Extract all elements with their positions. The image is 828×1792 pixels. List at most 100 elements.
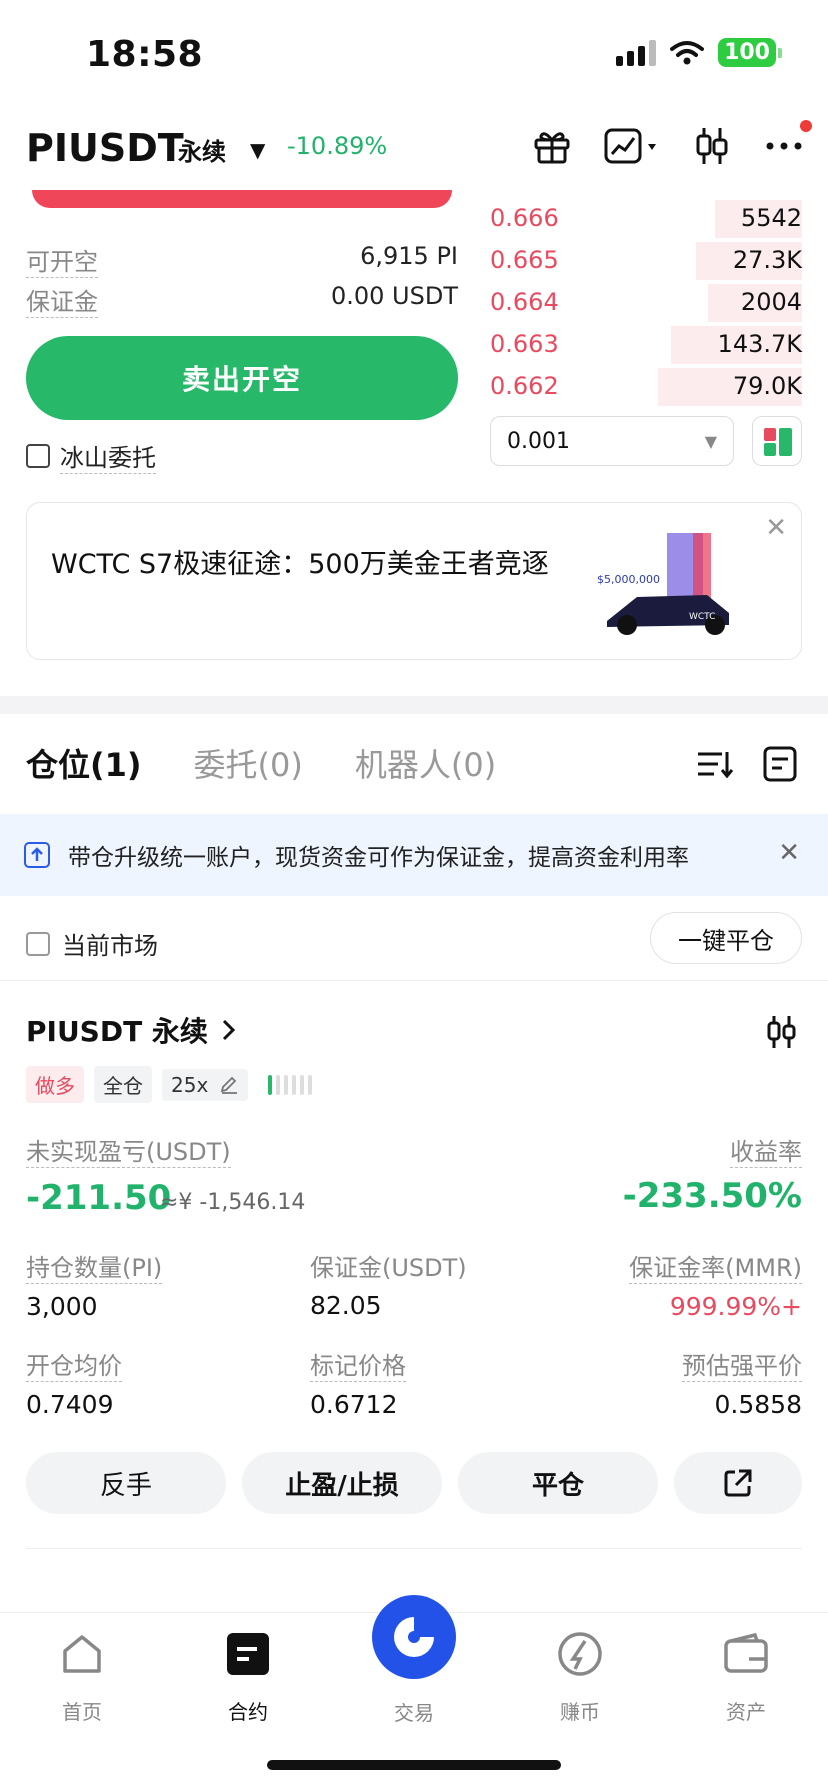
more-icon[interactable] — [762, 120, 812, 168]
nav-trade-label[interactable]: 交易 — [354, 1697, 474, 1726]
leverage-badge[interactable]: 25x — [162, 1068, 248, 1101]
candlestick-icon[interactable] — [764, 1012, 800, 1052]
unrealized-pnl-label: 未实现盈亏(USDT) — [26, 1132, 231, 1168]
battery-indicator: 100 — [718, 38, 782, 67]
banner-close-icon[interactable]: ✕ — [765, 513, 787, 543]
divider — [0, 980, 828, 981]
position-filter-row: 当前市场 一键平仓 — [26, 912, 802, 968]
notification-dot — [800, 120, 812, 132]
chart-toggle-icon[interactable] — [602, 124, 662, 168]
precision-select[interactable]: 0.001 ▼ — [490, 416, 734, 466]
earn-icon — [558, 1632, 602, 1676]
home-icon — [63, 1635, 101, 1673]
banner-image-caption: $5,000,000 — [597, 573, 660, 586]
reverse-button[interactable]: 反手 — [26, 1452, 226, 1514]
entry-price: 开仓均价 0.7409 — [26, 1346, 122, 1419]
nav-assets-label: 资产 — [726, 1700, 766, 1724]
iceberg-order-option[interactable]: 冰山委托 — [26, 438, 156, 474]
notice-text: 带仓升级统一账户，现货资金可作为保证金，提高资金利用率 — [68, 845, 689, 871]
adl-bar — [283, 1074, 288, 1095]
margin-ratio-value: 999.99%+ — [669, 1292, 802, 1321]
orderbook-row[interactable]: 0.664 2004 — [490, 282, 802, 324]
ask-quantity: 5542 — [740, 204, 802, 232]
close-position-button[interactable]: 平仓 — [458, 1452, 658, 1514]
share-icon — [724, 1469, 752, 1497]
nav-assets[interactable]: 资产 — [686, 1629, 806, 1725]
contract-type[interactable]: 永续 — [178, 132, 226, 167]
status-time: 18:58 — [86, 34, 204, 75]
edit-icon — [220, 1076, 237, 1094]
margin-ratio: 保证金率(MMR) 999.99%+ — [629, 1248, 802, 1321]
gift-icon[interactable] — [530, 124, 574, 168]
unrealized-pnl-value: -211.50 — [26, 1178, 172, 1218]
divider — [26, 1548, 802, 1549]
price-change: -10.89% — [287, 132, 388, 160]
sort-icon[interactable] — [694, 744, 734, 784]
nav-trade-button[interactable] — [372, 1595, 456, 1679]
margin-value: 0.00 USDT — [330, 282, 458, 310]
position-actions: 反手 止盈/止损 平仓 — [26, 1452, 802, 1514]
position-title[interactable]: PIUSDT 永续 — [26, 1010, 240, 1050]
orderbook-row[interactable]: 0.663 143.7K — [490, 324, 802, 366]
wifi-icon — [670, 40, 705, 64]
leverage-value: 25x — [171, 1072, 209, 1097]
pair-name[interactable]: PIUSDT — [26, 126, 184, 170]
contract-header: PIUSDT 永续 ▼ -10.89% — [0, 110, 828, 190]
share-button[interactable] — [674, 1452, 802, 1514]
position-tabs: 仓位(1) 委托(0) 机器人(0) — [26, 740, 496, 786]
available-short-label: 可开空 — [26, 242, 98, 278]
position-margin-label: 保证金(USDT) — [310, 1254, 467, 1282]
banner-image-logo: WCTC — [689, 612, 715, 622]
orderbook-layout-button[interactable] — [752, 416, 802, 466]
orderbook-layout-icon — [764, 428, 792, 456]
position-margin-value: 82.05 — [310, 1291, 382, 1320]
nav-contracts[interactable]: 合约 — [188, 1629, 308, 1725]
nav-home-label: 首页 — [62, 1700, 102, 1724]
dropdown-caret-icon: ▼ — [704, 431, 717, 451]
status-icons: 100 — [616, 38, 782, 67]
pair-dropdown-icon[interactable]: ▼ — [250, 138, 265, 162]
precision-value: 0.001 — [507, 428, 570, 454]
nav-home[interactable]: 首页 — [22, 1629, 142, 1725]
orderbook-row[interactable]: 0.665 27.3K — [490, 240, 802, 282]
tp-sl-button[interactable]: 止盈/止损 — [242, 1452, 442, 1514]
position-size: 持仓数量(PI) 3,000 — [26, 1248, 163, 1321]
tab-positions[interactable]: 仓位(1) — [26, 740, 142, 786]
home-indicator — [267, 1760, 561, 1770]
unrealized-pnl-cny: ≈¥ -1,546.14 — [160, 1190, 306, 1215]
nav-earn-label: 赚币 — [560, 1700, 600, 1724]
margin-label: 保证金 — [26, 282, 98, 318]
current-market-checkbox[interactable] — [26, 931, 50, 956]
current-market-filter[interactable]: 当前市场 — [26, 926, 158, 961]
ask-price: 0.666 — [490, 204, 559, 232]
race-car-image: $5,000,000 WCTC — [597, 533, 729, 635]
notice-close-icon[interactable]: ✕ — [778, 838, 800, 868]
orderbook-row[interactable]: 0.666 5542 — [490, 198, 802, 240]
chevron-right-icon — [222, 1019, 236, 1041]
ask-quantity: 79.0K — [732, 372, 802, 400]
liquidation-price-value: 0.5858 — [714, 1390, 802, 1419]
position-size-value: 3,000 — [26, 1292, 98, 1321]
position-margin: 保证金(USDT) 82.05 — [310, 1248, 467, 1320]
mark-price-value: 0.6712 — [310, 1390, 398, 1419]
tab-orders[interactable]: 委托(0) — [194, 740, 303, 786]
adl-indicator — [267, 1074, 312, 1095]
promo-banner[interactable]: WCTC S7极速征途：500万美金王者竞逐 ✕ $5,000,000 WCTC — [26, 502, 802, 660]
position-pair: PIUSDT 永续 — [26, 1015, 208, 1048]
unified-account-notice[interactable]: 带仓升级统一账户，现货资金可作为保证金，提高资金利用率 ✕ — [0, 814, 828, 896]
adl-bar — [267, 1074, 272, 1095]
sell-open-short-button[interactable]: 卖出开空 — [26, 336, 458, 420]
position-size-label: 持仓数量(PI) — [26, 1248, 163, 1284]
tab-bots[interactable]: 机器人(0) — [355, 740, 496, 786]
ask-quantity: 27.3K — [732, 246, 802, 274]
candlestick-icon[interactable] — [690, 124, 734, 168]
order-type-slider[interactable] — [32, 190, 452, 208]
history-icon[interactable] — [760, 744, 800, 784]
orderbook-row[interactable]: 0.662 79.0K — [490, 366, 802, 408]
ask-price: 0.662 — [490, 372, 559, 400]
nav-earn[interactable]: 赚币 — [520, 1629, 640, 1725]
adl-bar — [299, 1074, 304, 1095]
close-all-button[interactable]: 一键平仓 — [650, 912, 802, 964]
tab-tools — [694, 744, 800, 784]
iceberg-checkbox[interactable] — [26, 444, 50, 468]
